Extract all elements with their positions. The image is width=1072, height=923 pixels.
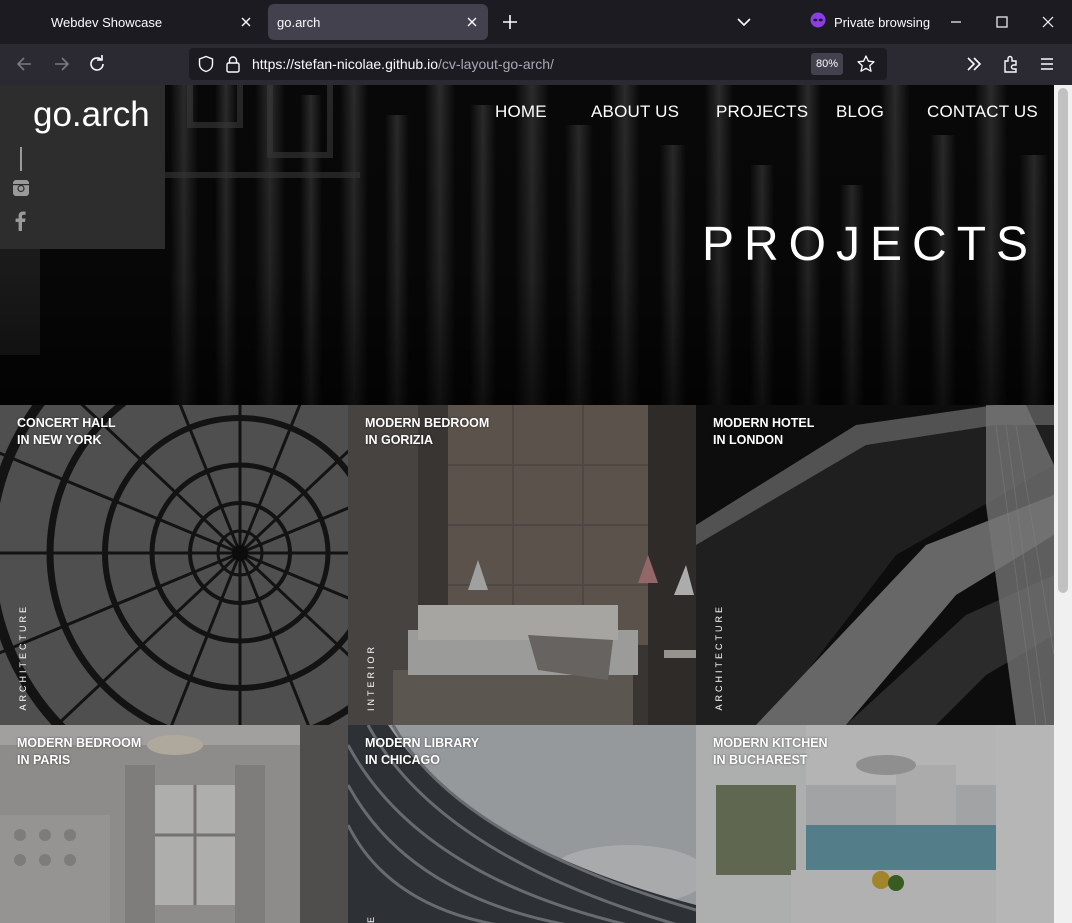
project-title-line1: MODERN BEDROOM	[17, 736, 142, 750]
card-overlay	[696, 405, 1054, 725]
card-overlay	[0, 405, 348, 725]
lock-icon[interactable]	[225, 55, 241, 78]
bookmark-star-icon[interactable]	[856, 54, 876, 79]
project-title: MODERN KITCHEN IN BUCHAREST	[713, 735, 828, 769]
instagram-icon[interactable]	[12, 179, 30, 199]
app-menu-hamburger-icon[interactable]	[1036, 53, 1058, 75]
scrollbar-thumb[interactable]	[1058, 88, 1068, 593]
tracking-protection-shield-icon[interactable]	[197, 55, 215, 78]
nav-about-us[interactable]: ABOUT US	[591, 102, 679, 122]
nav-projects[interactable]: PROJECTS	[716, 102, 808, 122]
page-scrollbar[interactable]	[1054, 85, 1072, 923]
address-bar[interactable]: https://stefan-nicolae.github.io/cv-layo…	[189, 48, 887, 80]
logo-divider	[20, 147, 22, 171]
project-title: MODERN BEDROOM IN PARIS	[17, 735, 141, 769]
project-title: MODERN BEDROOM IN GORIZIA	[365, 415, 489, 449]
private-mask-icon	[810, 12, 826, 33]
hero-banner: go.arch HOME ABOUT US PROJECTS BLOG CONT…	[0, 85, 1054, 405]
project-title: CONCERT HALL IN NEW YORK	[17, 415, 116, 449]
url-path: /cv-layout-go-arch/	[438, 56, 554, 72]
page-title: PROJECTS	[702, 218, 1039, 271]
private-browsing-label: Private browsing	[834, 14, 931, 30]
tab-go-arch[interactable]: go.arch	[268, 4, 488, 40]
nav-contact-us[interactable]: CONTACT US	[927, 102, 1038, 122]
page-viewport: go.arch HOME ABOUT US PROJECTS BLOG CONT…	[0, 85, 1072, 923]
project-title-line1: MODERN KITCHEN	[713, 736, 828, 750]
nav-blog[interactable]: BLOG	[836, 102, 884, 122]
project-card-bedroom-gorizia[interactable]: MODERN BEDROOM IN GORIZIA INTERIOR	[348, 405, 696, 725]
facebook-icon[interactable]	[12, 211, 30, 231]
zoom-level-button[interactable]: 80%	[811, 53, 843, 75]
private-browsing-indicator: Private browsing	[810, 12, 930, 32]
reload-button[interactable]	[86, 53, 108, 75]
project-category: INTERIOR	[366, 643, 376, 711]
maximize-button[interactable]	[992, 12, 1012, 32]
project-card-hotel-london[interactable]: MODERN HOTEL IN LONDON ARCHITECTURE	[696, 405, 1054, 725]
project-card-library-chicago[interactable]: MODERN LIBRARY IN CHICAGO E	[348, 725, 696, 923]
project-title-line2: IN PARIS	[17, 753, 71, 767]
project-category: ARCHITECTURE	[714, 604, 724, 711]
tab-webdev-showcase[interactable]: Webdev Showcase	[36, 4, 262, 40]
project-title-line1: MODERN HOTEL	[713, 416, 815, 430]
project-title-line1: MODERN LIBRARY	[365, 736, 480, 750]
project-title-line2: IN BUCHAREST	[713, 753, 808, 767]
project-title-line2: IN LONDON	[713, 433, 784, 447]
project-title-line2: IN GORIZIA	[365, 433, 434, 447]
project-card-concert-hall[interactable]: CONCERT HALL IN NEW YORK ARCHITECTURE	[0, 405, 348, 725]
project-category: ARCHITECTURE	[18, 604, 28, 711]
tab-strip: Webdev Showcase go.arch Private browsing	[0, 0, 1072, 44]
site-logo[interactable]: go.arch	[33, 95, 150, 135]
project-title-line2: IN NEW YORK	[17, 433, 102, 447]
url-host: https://stefan-nicolae.github.io	[252, 56, 439, 72]
card-overlay	[348, 405, 696, 725]
project-title: MODERN LIBRARY IN CHICAGO	[365, 735, 479, 769]
back-button[interactable]	[14, 53, 36, 75]
extensions-puzzle-icon[interactable]	[1000, 53, 1022, 75]
project-title-line1: MODERN BEDROOM	[365, 416, 490, 430]
list-all-tabs-button[interactable]	[735, 13, 753, 31]
project-category: E	[366, 913, 376, 923]
overflow-chevron-icon[interactable]	[963, 53, 985, 75]
tab-title: Webdev Showcase	[51, 14, 163, 30]
project-card-bedroom-paris[interactable]: MODERN BEDROOM IN PARIS	[0, 725, 348, 923]
close-tab-icon[interactable]	[464, 14, 480, 30]
navigation-toolbar: https://stefan-nicolae.github.io/cv-layo…	[0, 44, 1072, 85]
tab-title: go.arch	[277, 14, 321, 30]
project-title-line2: IN CHICAGO	[365, 753, 440, 767]
logo-panel: go.arch	[0, 85, 165, 249]
new-tab-button[interactable]	[500, 12, 520, 32]
project-card-kitchen-bucharest[interactable]: MODERN KITCHEN IN BUCHAREST	[696, 725, 1054, 923]
url-text[interactable]: https://stefan-nicolae.github.io/cv-layo…	[252, 56, 554, 72]
project-title-line1: CONCERT HALL	[17, 416, 116, 430]
minimize-button[interactable]	[946, 12, 966, 32]
close-tab-icon[interactable]	[238, 14, 254, 30]
forward-button[interactable]	[50, 53, 72, 75]
close-window-button[interactable]	[1038, 12, 1058, 32]
project-title: MODERN HOTEL IN LONDON	[713, 415, 814, 449]
nav-home[interactable]: HOME	[495, 102, 547, 122]
